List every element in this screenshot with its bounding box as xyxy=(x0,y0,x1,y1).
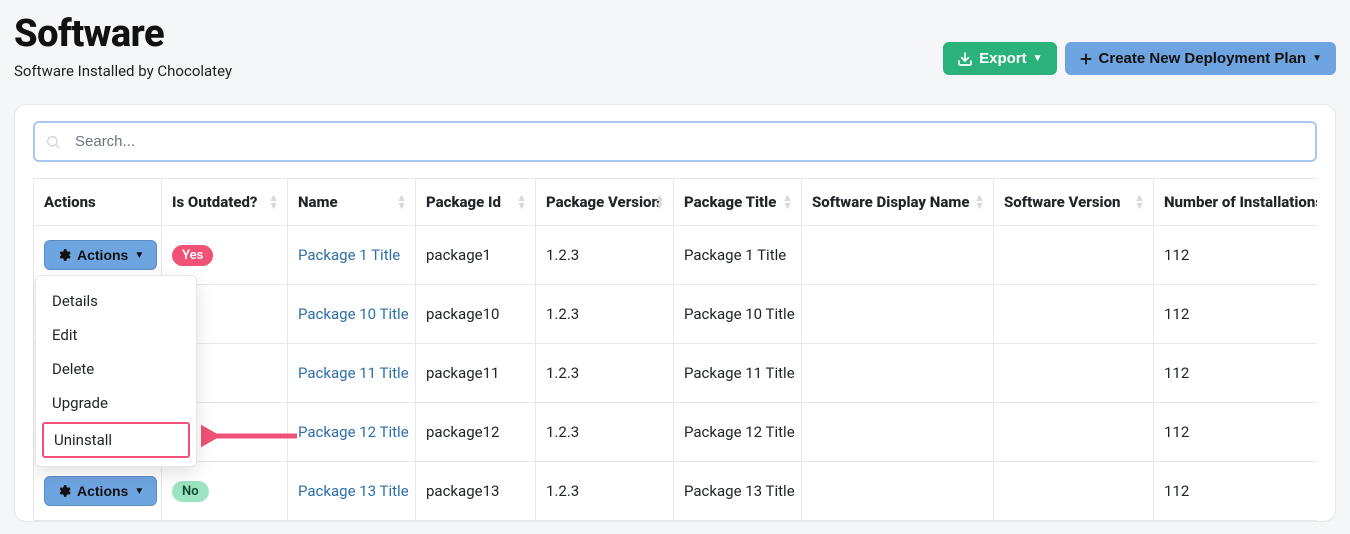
menu-uninstall[interactable]: Uninstall xyxy=(42,422,190,458)
export-label: Export xyxy=(979,50,1027,67)
sort-icon: ▲▼ xyxy=(516,194,527,210)
installations: 112 xyxy=(1164,305,1189,323)
col-software-version[interactable]: Software Version▲▼ xyxy=(994,179,1154,226)
col-package-id[interactable]: Package Id▲▼ xyxy=(416,179,536,226)
col-package-version[interactable]: Package Version▲▼ xyxy=(536,179,674,226)
actions-label: Actions xyxy=(77,247,128,263)
package-title: Package 10 Title xyxy=(684,305,795,323)
sort-icon: ▲▼ xyxy=(396,194,407,210)
package-version: 1.2.3 xyxy=(546,423,579,441)
col-software-display-name[interactable]: Software Display Name▲▼ xyxy=(802,179,994,226)
package-version: 1.2.3 xyxy=(546,364,579,382)
package-title: Package 1 Title xyxy=(684,246,786,264)
package-version: 1.2.3 xyxy=(546,482,579,500)
table-row: Actions ▼ Yes Package 1 Title package1 1.2.3 P… xyxy=(34,226,1318,285)
name-link[interactable]: Package 10 Title xyxy=(298,305,409,323)
sort-icon: ▲▼ xyxy=(654,194,665,210)
caret-down-icon: ▼ xyxy=(1312,53,1322,64)
gear-icon xyxy=(57,248,71,262)
package-id: package12 xyxy=(426,423,499,441)
export-button[interactable]: Export ▼ xyxy=(943,42,1056,75)
installations: 112 xyxy=(1164,364,1189,382)
col-actions: Actions xyxy=(34,179,162,226)
search-input[interactable] xyxy=(33,121,1317,162)
installations: 112 xyxy=(1164,246,1189,264)
installations: 112 xyxy=(1164,482,1189,500)
actions-label: Actions xyxy=(77,483,128,499)
package-title: Package 11 Title xyxy=(684,364,795,382)
caret-down-icon: ▼ xyxy=(134,250,144,261)
menu-details[interactable]: Details xyxy=(36,284,196,318)
table-row: Actions▼Package 10 Titlepackage101.2.3Pa… xyxy=(34,285,1318,344)
sort-icon: ▲▼ xyxy=(974,194,985,210)
package-title: Package 12 Title xyxy=(684,423,795,441)
caret-down-icon: ▼ xyxy=(1033,53,1043,64)
col-name[interactable]: Name▲▼ xyxy=(288,179,416,226)
actions-button[interactable]: Actions ▼ xyxy=(44,476,157,506)
search-icon xyxy=(45,134,61,150)
name-link[interactable]: Package 1 Title xyxy=(298,246,400,264)
page-subtitle: Software Installed by Chocolatey xyxy=(14,62,232,80)
installations: 112 xyxy=(1164,423,1189,441)
sort-icon: ▲▼ xyxy=(1134,194,1145,210)
col-package-title[interactable]: Package Title▲▼ xyxy=(674,179,802,226)
package-id: package11 xyxy=(426,364,499,382)
plus-icon xyxy=(1079,52,1093,66)
sort-icon: ▲▼ xyxy=(782,194,793,210)
col-outdated[interactable]: Is Outdated?▲▼ xyxy=(162,179,288,226)
actions-button[interactable]: Actions ▼ xyxy=(44,240,157,270)
table-row: Actions ▼ No Package 13 Title package13 1.2.3… xyxy=(34,462,1318,521)
page-title: Software xyxy=(14,12,232,56)
package-id: package13 xyxy=(426,482,499,500)
create-plan-label: Create New Deployment Plan xyxy=(1099,50,1307,67)
package-id: package1 xyxy=(426,246,491,264)
sort-icon: ▲▼ xyxy=(268,194,279,210)
annotation-arrow-icon xyxy=(201,424,301,448)
package-version: 1.2.3 xyxy=(546,305,579,323)
download-icon xyxy=(957,51,973,67)
create-deployment-plan-button[interactable]: Create New Deployment Plan ▼ xyxy=(1065,42,1336,75)
col-installations[interactable]: Number of Installations xyxy=(1154,179,1318,226)
menu-delete[interactable]: Delete xyxy=(36,352,196,386)
name-link[interactable]: Package 11 Title xyxy=(298,364,409,382)
table-row: Actions▼Package 11 Titlepackage111.2.3Pa… xyxy=(34,344,1318,403)
gear-icon xyxy=(57,484,71,498)
name-link[interactable]: Package 13 Title xyxy=(298,482,409,500)
software-table: Actions Is Outdated?▲▼ Name▲▼ Package Id… xyxy=(33,178,1317,521)
caret-down-icon: ▼ xyxy=(134,486,144,497)
package-title: Package 13 Title xyxy=(684,482,795,500)
menu-upgrade[interactable]: Upgrade xyxy=(36,386,196,420)
actions-dropdown: Details Edit Delete Upgrade Uninstall xyxy=(35,275,197,467)
outdated-badge: No xyxy=(172,481,209,502)
menu-edit[interactable]: Edit xyxy=(36,318,196,352)
outdated-badge: Yes xyxy=(172,245,213,266)
name-link[interactable]: Package 12 Title xyxy=(298,423,409,441)
package-id: package10 xyxy=(426,305,499,323)
package-version: 1.2.3 xyxy=(546,246,579,264)
